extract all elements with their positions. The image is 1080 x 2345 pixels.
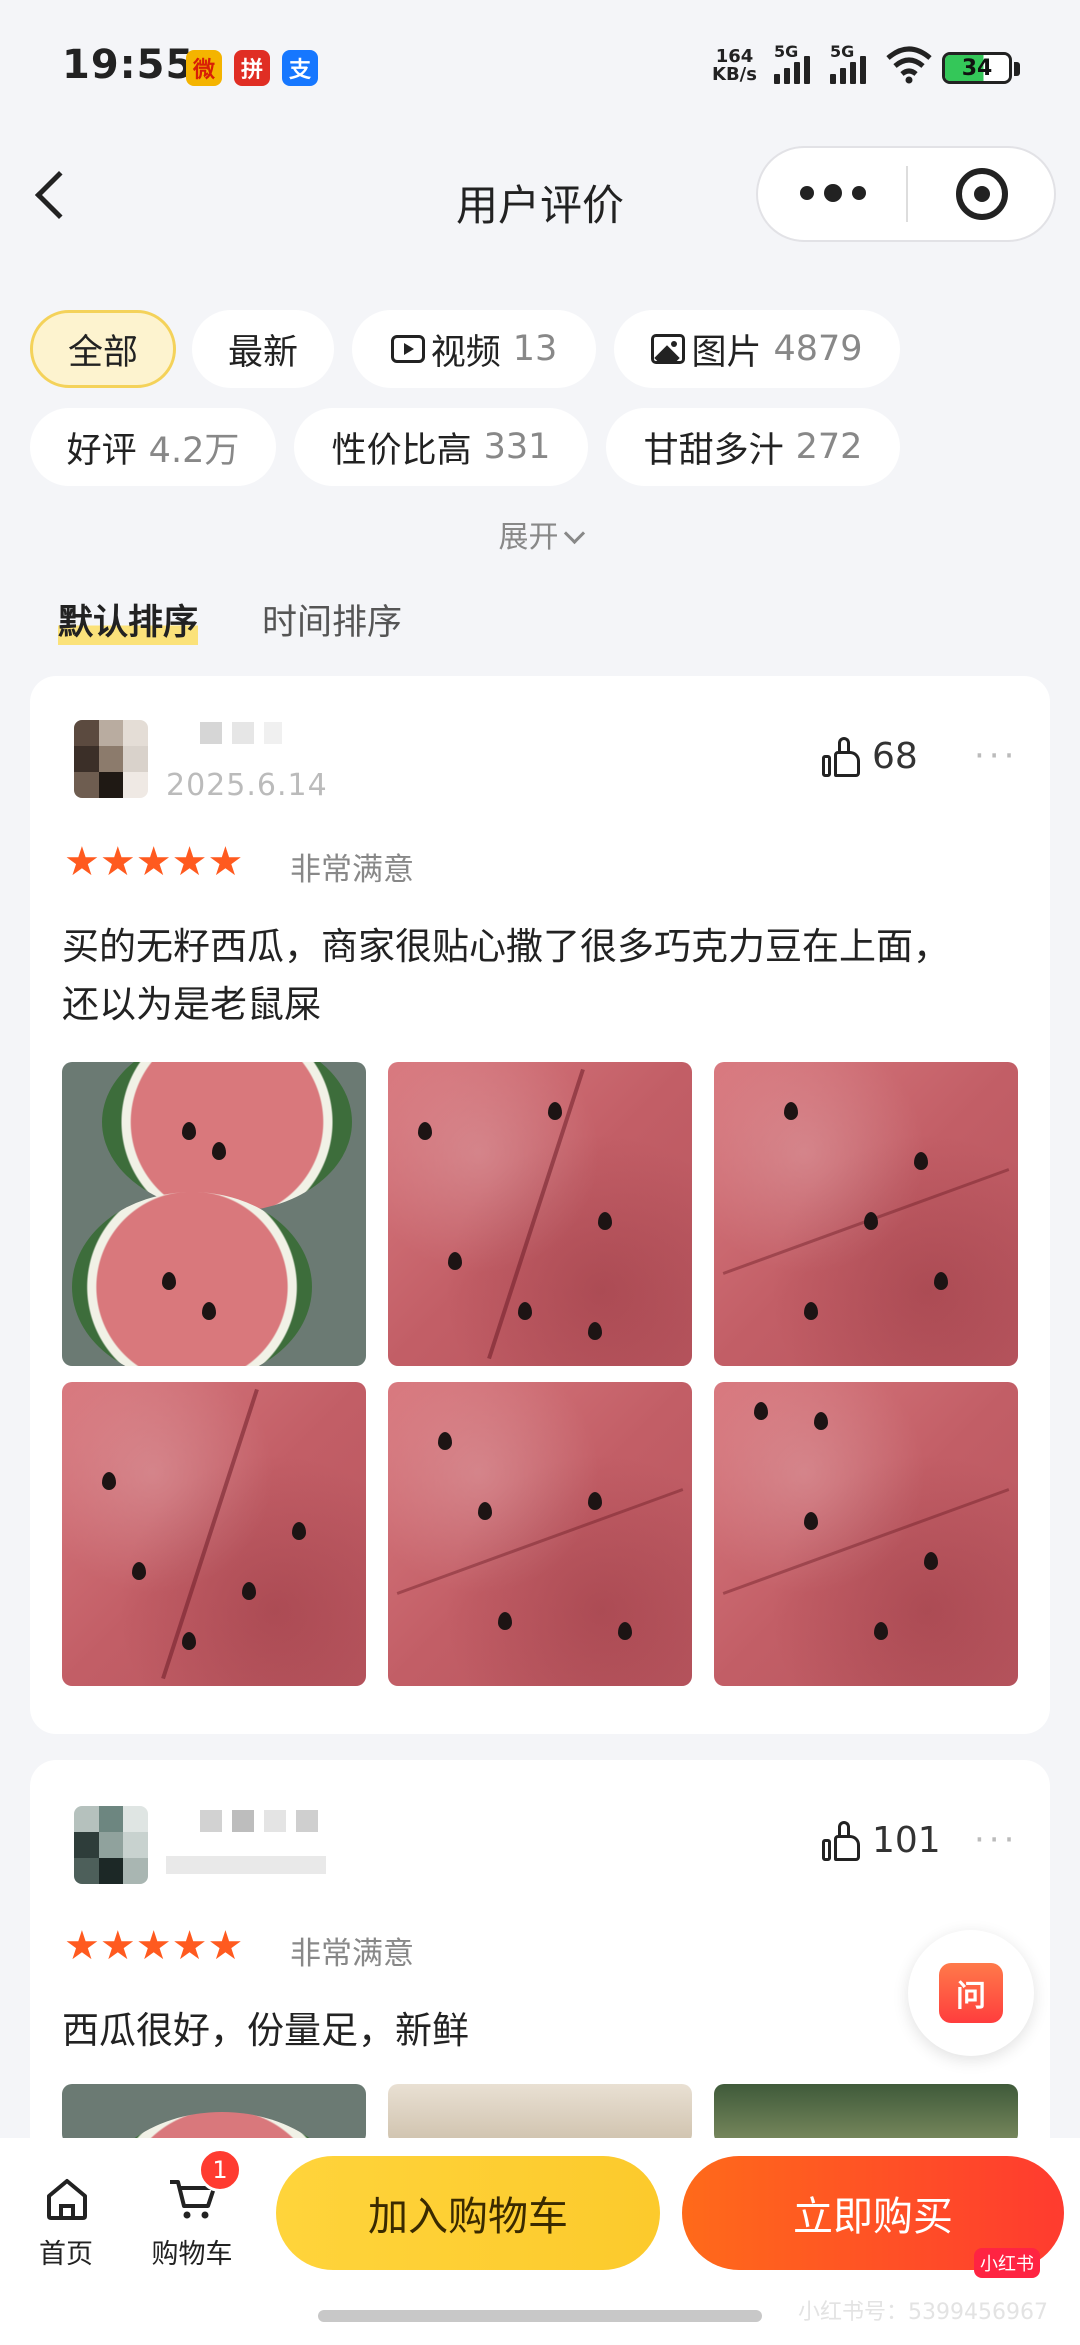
signal-icon: 5G [774, 42, 810, 84]
review-date: 2025.6.14 [166, 768, 328, 803]
capsule-divider [906, 166, 908, 222]
signal-icon-2: 5G [830, 42, 866, 84]
review-text: 买的无籽西瓜，商家很贴心撒了很多巧克力豆在上面，还以为是老鼠屎 [62, 925, 950, 1026]
close-target-icon[interactable] [956, 168, 1008, 220]
status-time: 19:55 [62, 42, 195, 88]
review-photo[interactable] [62, 2084, 366, 2144]
ask-question-button[interactable]: 问 [908, 1930, 1034, 2056]
filter-chip-all[interactable]: 全部 [30, 310, 176, 388]
filter-chip-sweet[interactable]: 甘甜多汁 272 [606, 408, 900, 486]
filter-chip-value[interactable]: 性价比高 331 [294, 408, 588, 486]
battery-icon: 34 [942, 52, 1012, 84]
username-blurred [200, 1810, 318, 1832]
star-rating: ★★★★★ [64, 839, 244, 885]
filter-chip-video[interactable]: 视频 13 [352, 310, 596, 388]
more-options-icon[interactable]: ··· [974, 736, 1018, 776]
rating-text: 非常满意 [290, 852, 414, 888]
review-text: 西瓜很好，份量足，新鲜 [62, 2009, 469, 2052]
review-photo[interactable] [62, 1382, 366, 1686]
avatar[interactable] [74, 720, 148, 798]
username-blurred [200, 722, 282, 744]
wifi-icon [886, 46, 932, 88]
date-blurred [166, 1856, 326, 1878]
image-icon [651, 334, 686, 364]
review-photo[interactable] [62, 1062, 366, 1366]
filter-chip-photos[interactable]: 图片 4879 [614, 310, 900, 388]
avatar[interactable] [74, 1806, 148, 1884]
add-to-cart-button[interactable]: 加入购物车 [276, 2156, 660, 2270]
filter-chip-positive[interactable]: 好评 4.2万 [30, 408, 276, 486]
ask-icon: 问 [939, 1963, 1003, 2023]
home-indicator[interactable] [318, 2310, 762, 2322]
star-rating: ★★★★★ [64, 1923, 244, 1969]
sort-default[interactable]: 默认排序 [58, 594, 199, 645]
cart-badge: 1 [198, 2148, 242, 2192]
alipay-icon: 支 [282, 50, 318, 86]
review-photo[interactable] [714, 1062, 1018, 1366]
home-icon[interactable] [44, 2176, 88, 2220]
chevron-down-icon [563, 522, 585, 545]
sort-by-time[interactable]: 时间排序 [262, 594, 402, 645]
thumbs-up-icon [822, 1820, 860, 1861]
weibo-icon: 微 [186, 50, 222, 86]
network-speed: 164 KB/s [712, 46, 757, 85]
filter-chip-latest[interactable]: 最新 [192, 310, 334, 388]
pinduoduo-icon: 拼 [234, 50, 270, 86]
like-button[interactable]: 68 [822, 736, 918, 777]
review-photo[interactable] [714, 2084, 1018, 2144]
more-menu-icon[interactable] [800, 184, 866, 202]
review-photo[interactable] [714, 1382, 1018, 1686]
battery-tip [1014, 62, 1020, 76]
review-photo[interactable] [388, 2084, 692, 2144]
tab-cart[interactable]: 购物车 [142, 2232, 242, 2271]
watermark-text: 小红书号：5399456967 [798, 2300, 1048, 2325]
expand-filters-button[interactable]: 展开 [0, 512, 1080, 556]
review-photo[interactable] [388, 1062, 692, 1366]
watermark-logo: 小红书 [974, 2248, 1040, 2278]
thumbs-up-icon [822, 736, 860, 777]
review-photo[interactable] [388, 1382, 692, 1686]
tab-home[interactable]: 首页 [30, 2232, 102, 2271]
like-button[interactable]: 101 [822, 1820, 941, 1861]
rating-text: 非常满意 [290, 1936, 414, 1972]
more-options-icon[interactable]: ··· [974, 1820, 1018, 1860]
video-icon [390, 335, 425, 363]
